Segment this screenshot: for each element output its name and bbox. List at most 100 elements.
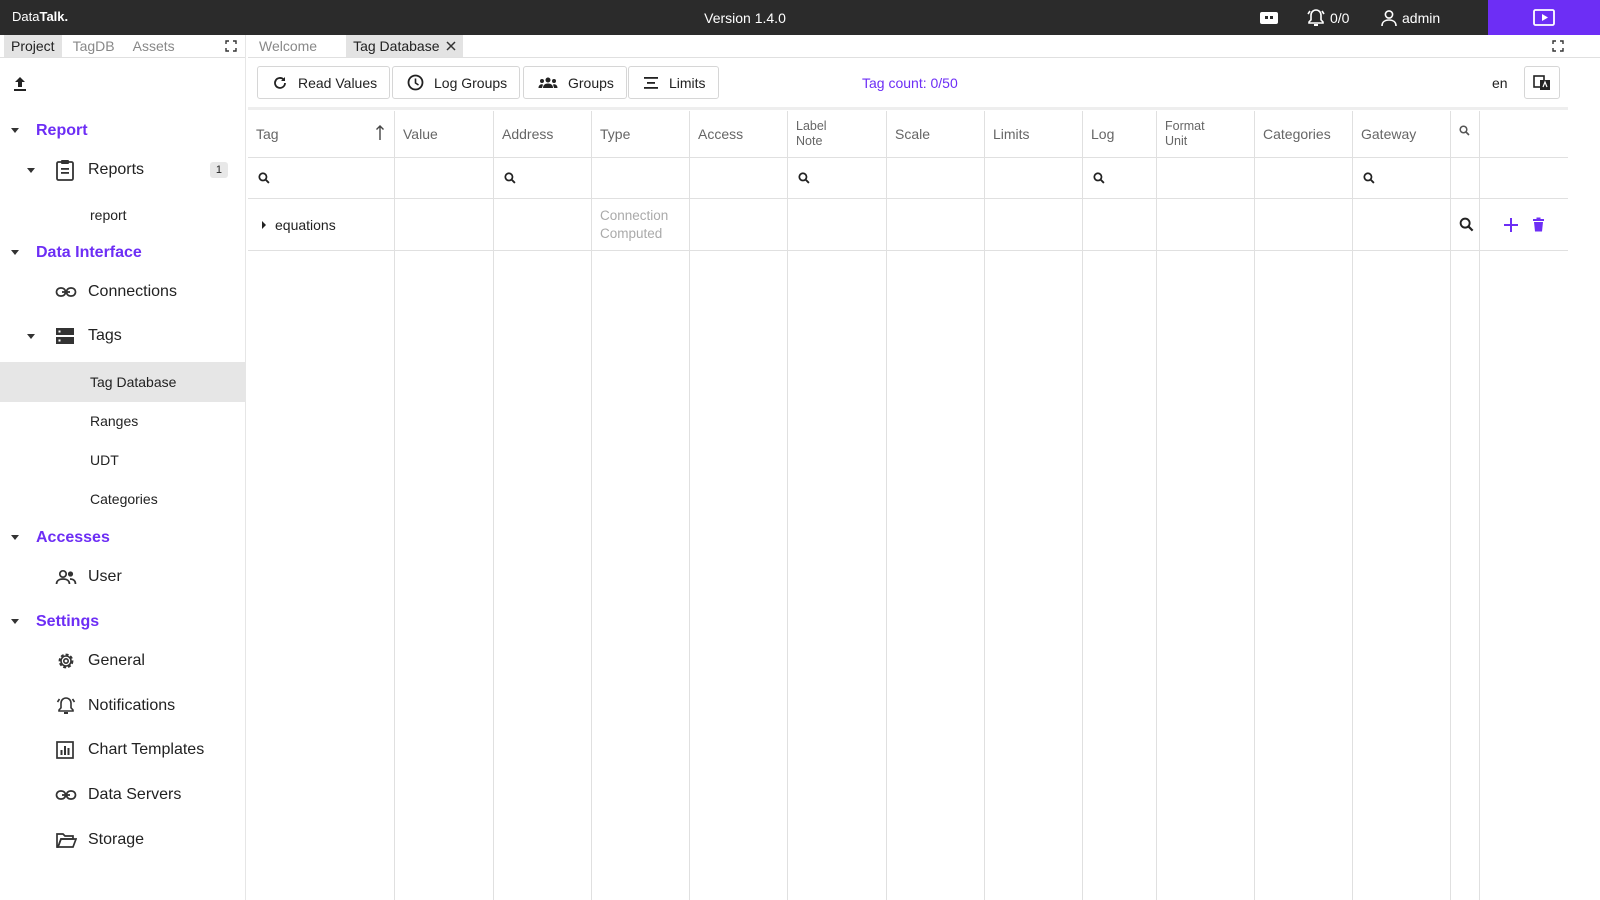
- play-screen-icon: [1533, 8, 1555, 26]
- limits-button[interactable]: Limits: [628, 66, 719, 99]
- plus-icon: [1504, 217, 1518, 232]
- search-icon: [1459, 217, 1474, 232]
- chat-button[interactable]: [1258, 9, 1280, 27]
- close-icon[interactable]: [445, 41, 456, 51]
- type-cell: Connection Computed: [600, 199, 668, 250]
- refresh-icon: [274, 76, 286, 89]
- tab-tagdb[interactable]: TagDB: [66, 35, 122, 57]
- tree-item-reports[interactable]: Reports 1: [0, 150, 246, 190]
- tree-item-tag-database[interactable]: Tag Database: [0, 362, 245, 402]
- header-categories[interactable]: Categories: [1255, 111, 1353, 157]
- type-line: Connection: [600, 207, 669, 223]
- search-icon: [504, 172, 516, 184]
- tree-item-tags[interactable]: Tags: [0, 316, 246, 356]
- sort-arrow-up-icon[interactable]: [375, 125, 385, 141]
- filter-log[interactable]: [1083, 158, 1157, 198]
- tag-count: Tag count: 0/50: [862, 75, 958, 91]
- tree-item-label: General: [88, 652, 145, 669]
- header-value[interactable]: Value: [395, 111, 494, 157]
- tree-item-data-servers[interactable]: Data Servers: [0, 775, 246, 815]
- trash-icon: [1533, 217, 1544, 232]
- collapse-caret-icon[interactable]: [27, 167, 35, 173]
- collapse-caret-icon[interactable]: [11, 619, 19, 624]
- alarm-bell-icon: [1307, 9, 1325, 26]
- storage-icon: [55, 326, 75, 346]
- tab-assets[interactable]: Assets: [126, 35, 182, 57]
- header-type[interactable]: Type: [592, 111, 690, 157]
- log-groups-button[interactable]: Log Groups: [392, 66, 521, 99]
- tree-item-user[interactable]: User: [0, 557, 246, 597]
- header-format-unit[interactable]: Format Unit: [1157, 111, 1255, 157]
- filter-tag[interactable]: [248, 158, 395, 198]
- row-expand-caret-icon[interactable]: [261, 199, 267, 250]
- align-center-icon: [644, 76, 658, 89]
- header-log[interactable]: Log: [1083, 111, 1157, 157]
- collapse-caret-icon[interactable]: [11, 250, 19, 255]
- collapse-caret-icon[interactable]: [11, 535, 19, 540]
- collapse-caret-icon[interactable]: [11, 128, 19, 133]
- tag-table: Tag Value Address Type Access Label Note…: [248, 111, 1568, 900]
- search-icon[interactable]: [1459, 125, 1470, 136]
- tree-item-label: Data Servers: [88, 786, 182, 803]
- tree-item-storage[interactable]: Storage: [0, 820, 246, 860]
- tree-item-connections[interactable]: Connections: [0, 272, 246, 312]
- tree-item-label: Connections: [88, 283, 177, 300]
- delete-button[interactable]: [1532, 199, 1545, 250]
- button-label: Log Groups: [434, 74, 508, 91]
- tag-name-cell: equations: [275, 216, 336, 233]
- header-unit: Unit: [1165, 134, 1188, 148]
- section-title: Accesses: [36, 529, 110, 546]
- filter-gateway[interactable]: [1353, 158, 1451, 198]
- tree-item-label: Storage: [88, 831, 145, 848]
- tab-label: Welcome: [259, 38, 318, 54]
- language-label: en: [1492, 75, 1508, 91]
- divider: [248, 250, 1568, 251]
- section-title: Settings: [36, 613, 100, 630]
- editor-area: Welcome Tag Database Read Values Log Gro…: [248, 35, 1600, 900]
- launch-view-button[interactable]: [1488, 0, 1600, 35]
- tab-project[interactable]: Project: [4, 35, 62, 57]
- tag-toolbar: Read Values Log Groups Groups Limits Tag…: [248, 58, 1568, 110]
- tree-item-udt[interactable]: UDT: [0, 440, 245, 480]
- header-access[interactable]: Access: [690, 111, 788, 157]
- filter-label-note[interactable]: [788, 158, 887, 198]
- translate-button[interactable]: [1524, 66, 1560, 99]
- tree-item-chart-templates[interactable]: Chart Templates: [0, 730, 246, 770]
- tree-item-ranges[interactable]: Ranges: [0, 401, 245, 441]
- user-name: admin: [1402, 10, 1441, 26]
- header-search[interactable]: [1451, 111, 1480, 157]
- add-tag-button[interactable]: [1503, 199, 1519, 250]
- expand-icon[interactable]: [1552, 40, 1564, 52]
- clock-icon: [407, 74, 424, 91]
- tree-item-report[interactable]: report: [0, 195, 245, 235]
- groups-button[interactable]: Groups: [523, 66, 627, 99]
- tree-item-label: Chart Templates: [88, 741, 205, 758]
- header-limits[interactable]: Limits: [985, 111, 1083, 157]
- header-label-note[interactable]: Label Note: [788, 111, 887, 157]
- chat-icon: [1260, 12, 1278, 24]
- header-scale[interactable]: Scale: [887, 111, 985, 157]
- search-icon: [1363, 172, 1375, 184]
- user-menu[interactable]: admin: [1380, 9, 1440, 27]
- header-tag[interactable]: Tag: [248, 111, 395, 157]
- tree-item-general[interactable]: General: [0, 641, 246, 681]
- filter-address[interactable]: [494, 158, 592, 198]
- tab-welcome[interactable]: Welcome: [252, 35, 324, 57]
- tree-item-label: User: [88, 568, 122, 585]
- upload-icon[interactable]: [11, 75, 29, 93]
- tree-item-categories[interactable]: Categories: [0, 479, 245, 519]
- row-search-button[interactable]: [1459, 199, 1474, 250]
- table-row[interactable]: equations Connection Computed: [248, 199, 1568, 250]
- project-sidebar: Project TagDB Assets Report Reports 1 re…: [0, 35, 246, 900]
- tree-item-notifications[interactable]: Notifications: [0, 686, 246, 726]
- expand-icon[interactable]: [225, 40, 237, 52]
- tree-item-label: Tags: [88, 327, 122, 344]
- tab-tag-database[interactable]: Tag Database: [346, 35, 463, 57]
- read-values-button[interactable]: Read Values: [257, 66, 391, 99]
- top-bar: DataTalk. Version 1.4.0 0/0 admin: [0, 0, 1600, 35]
- alarms-button[interactable]: 0/0: [1306, 9, 1349, 27]
- header-address[interactable]: Address: [494, 111, 592, 157]
- collapse-caret-icon[interactable]: [27, 333, 35, 339]
- header-gateway[interactable]: Gateway: [1353, 111, 1451, 157]
- button-label: Read Values: [298, 74, 378, 91]
